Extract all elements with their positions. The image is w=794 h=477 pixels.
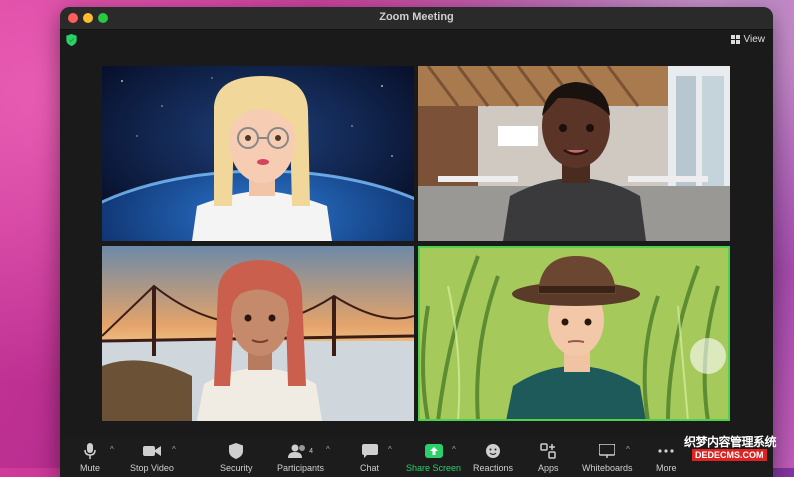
window-title: Zoom Meeting bbox=[379, 11, 454, 23]
participants-label: Participants bbox=[277, 463, 325, 473]
people-icon: 4 bbox=[288, 443, 313, 459]
chat-bubble-icon bbox=[361, 443, 378, 459]
title-bar: Zoom Meeting bbox=[60, 7, 773, 30]
apps-icon bbox=[540, 443, 556, 459]
shield-icon[interactable] bbox=[66, 34, 77, 46]
zoom-window: Zoom Meeting View Mute ^ Stop Video ^ Se… bbox=[60, 7, 773, 477]
view-label: View bbox=[743, 34, 766, 45]
avatar-video-1 bbox=[102, 66, 414, 241]
share-screen-label: Share Screen bbox=[406, 463, 462, 473]
share-options-chevron-up-icon[interactable]: ^ bbox=[452, 445, 456, 454]
microphone-icon bbox=[84, 443, 96, 459]
stop-video-label: Stop Video bbox=[130, 463, 174, 473]
chat-button[interactable]: Chat bbox=[360, 443, 379, 473]
share-screen-icon bbox=[424, 443, 443, 459]
avatar-video-2 bbox=[418, 66, 730, 241]
shield-icon bbox=[229, 443, 244, 459]
participants-options-chevron-up-icon[interactable]: ^ bbox=[326, 445, 330, 454]
whiteboards-button[interactable]: Whiteboards bbox=[582, 443, 633, 473]
apps-label: Apps bbox=[538, 463, 559, 473]
video-tile-4-active-speaker[interactable] bbox=[418, 246, 730, 421]
stop-video-button[interactable]: Stop Video bbox=[130, 443, 174, 473]
camera-icon bbox=[142, 443, 161, 459]
video-tile-2[interactable] bbox=[418, 66, 730, 241]
meeting-toolbar: Mute ^ Stop Video ^ Security 4 Participa… bbox=[60, 437, 773, 477]
video-tile-1[interactable] bbox=[102, 66, 414, 241]
watermark-logo: 织梦内容管理系统 DEDECMS.COM bbox=[684, 433, 790, 465]
mute-options-chevron-up-icon[interactable]: ^ bbox=[110, 445, 114, 454]
smiley-icon bbox=[485, 443, 501, 459]
avatar-video-4 bbox=[418, 246, 730, 421]
whiteboard-icon bbox=[599, 443, 616, 459]
avatar-video-3 bbox=[102, 246, 414, 421]
video-tile-3[interactable] bbox=[102, 246, 414, 421]
participants-count: 4 bbox=[309, 447, 313, 455]
security-label: Security bbox=[220, 463, 253, 473]
view-button[interactable]: View bbox=[730, 34, 766, 45]
video-options-chevron-up-icon[interactable]: ^ bbox=[172, 445, 176, 454]
mute-button[interactable]: Mute bbox=[80, 443, 100, 473]
more-dots-icon bbox=[658, 443, 674, 459]
watermark-domain: DEDECMS.COM bbox=[692, 449, 767, 461]
chat-options-chevron-up-icon[interactable]: ^ bbox=[388, 445, 392, 454]
more-button[interactable]: More bbox=[656, 443, 677, 473]
chat-label: Chat bbox=[360, 463, 380, 473]
mute-label: Mute bbox=[80, 463, 101, 473]
apps-button[interactable]: Apps bbox=[538, 443, 559, 473]
more-label: More bbox=[656, 463, 677, 473]
grid-icon bbox=[730, 35, 740, 44]
watermark-text: 织梦内容管理系统 bbox=[684, 435, 777, 449]
reactions-button[interactable]: Reactions bbox=[473, 443, 513, 473]
whiteboards-options-chevron-up-icon[interactable]: ^ bbox=[626, 445, 630, 454]
security-button[interactable]: Security bbox=[220, 443, 253, 473]
reactions-label: Reactions bbox=[473, 463, 514, 473]
whiteboards-label: Whiteboards bbox=[582, 463, 633, 473]
participants-button[interactable]: 4 Participants bbox=[277, 443, 324, 473]
